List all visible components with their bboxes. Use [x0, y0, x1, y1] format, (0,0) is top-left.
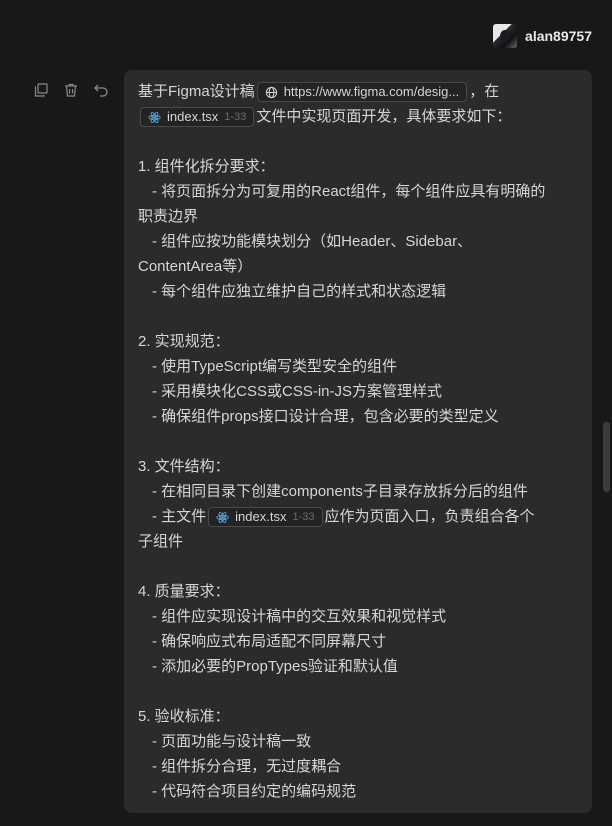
- list-item-prefix: - 主文件: [152, 508, 207, 525]
- list-item: - 使用TypeScript编写类型安全的组件: [152, 358, 398, 375]
- list-item: - 组件应实现设计稿中的交互效果和视觉样式: [152, 608, 447, 625]
- list-item: - 组件应按功能模块划分（如Header、Sidebar、: [152, 233, 473, 250]
- react-icon: [148, 111, 161, 123]
- list-item-suffix: 应作为页面入口，负责组合各个: [324, 508, 535, 525]
- scrollbar[interactable]: [603, 422, 610, 492]
- list-item-continued: ContentArea等）: [138, 258, 253, 275]
- intro-text-suffix: ，在: [469, 83, 500, 100]
- react-icon: [216, 511, 229, 523]
- list-item: - 采用模块化CSS或CSS-in-JS方案管理样式: [152, 383, 443, 400]
- intro-text-line2: 文件中实现页面开发，具体要求如下：: [256, 108, 512, 125]
- file-chip-index[interactable]: index.tsx 1-33: [140, 107, 255, 128]
- file-chip-name: index.tsx: [235, 509, 287, 525]
- file-chip-lines: 1-33: [292, 511, 315, 524]
- section-title: 3. 文件结构：: [138, 458, 230, 475]
- user-avatar[interactable]: [493, 24, 518, 48]
- section-title: 1. 组件化拆分要求：: [138, 158, 275, 175]
- list-item: - 组件拆分合理，无过度耦合: [152, 758, 342, 775]
- message-actions: [33, 82, 109, 98]
- copy-icon[interactable]: [33, 82, 49, 98]
- message-line: index.tsx 1-33 文件中实现页面开发，具体要求如下：: [138, 104, 578, 129]
- list-item: - 将页面拆分为可复用的React组件，每个组件应具有明确的: [152, 183, 546, 200]
- list-item: - 每个组件应独立维护自己的样式和状态逻辑: [152, 283, 447, 300]
- user-message-bubble: 基于Figma设计稿 https://www.figma.com/desig...…: [124, 70, 592, 813]
- globe-icon: [265, 86, 277, 98]
- file-chip-index-2[interactable]: index.tsx 1-33: [208, 507, 323, 528]
- list-item: - 确保响应式布局适配不同屏幕尺寸: [152, 633, 387, 650]
- section-title: 5. 验收标准：: [138, 708, 230, 725]
- section-title: 2. 实现规范：: [138, 333, 230, 350]
- list-item: - 确保组件props接口设计合理，包含必要的类型定义: [152, 408, 499, 425]
- figma-link-chip[interactable]: https://www.figma.com/desig...: [256, 82, 468, 103]
- list-item: - 页面功能与设计稿一致: [152, 733, 312, 750]
- intro-text: 基于Figma设计稿: [138, 83, 255, 100]
- figma-link-text: https://www.figma.com/desig...: [283, 84, 460, 100]
- username: alan89757: [525, 28, 592, 44]
- chat-page: alan89757 基于Figma设计稿 https://www.figma.c…: [0, 0, 612, 826]
- list-item: - 主文件 index.tsx 1-33 应作为页面入口，负责组合各个: [138, 504, 578, 529]
- list-item-continued: 子组件: [138, 533, 184, 550]
- section-title: 4. 质量要求：: [138, 583, 230, 600]
- file-chip-name: index.tsx: [167, 109, 219, 125]
- trash-icon[interactable]: [63, 82, 79, 98]
- message-line: 基于Figma设计稿 https://www.figma.com/desig...…: [138, 79, 578, 104]
- list-item: - 添加必要的PropTypes验证和默认值: [152, 658, 398, 675]
- list-item: - 在相同目录下创建components子目录存放拆分后的组件: [152, 483, 528, 500]
- list-item: - 代码符合项目约定的编码规范: [152, 783, 357, 800]
- undo-icon[interactable]: [93, 82, 109, 98]
- user-header: alan89757: [493, 24, 592, 48]
- list-item-continued: 职责边界: [138, 208, 199, 225]
- file-chip-lines: 1-33: [224, 111, 247, 124]
